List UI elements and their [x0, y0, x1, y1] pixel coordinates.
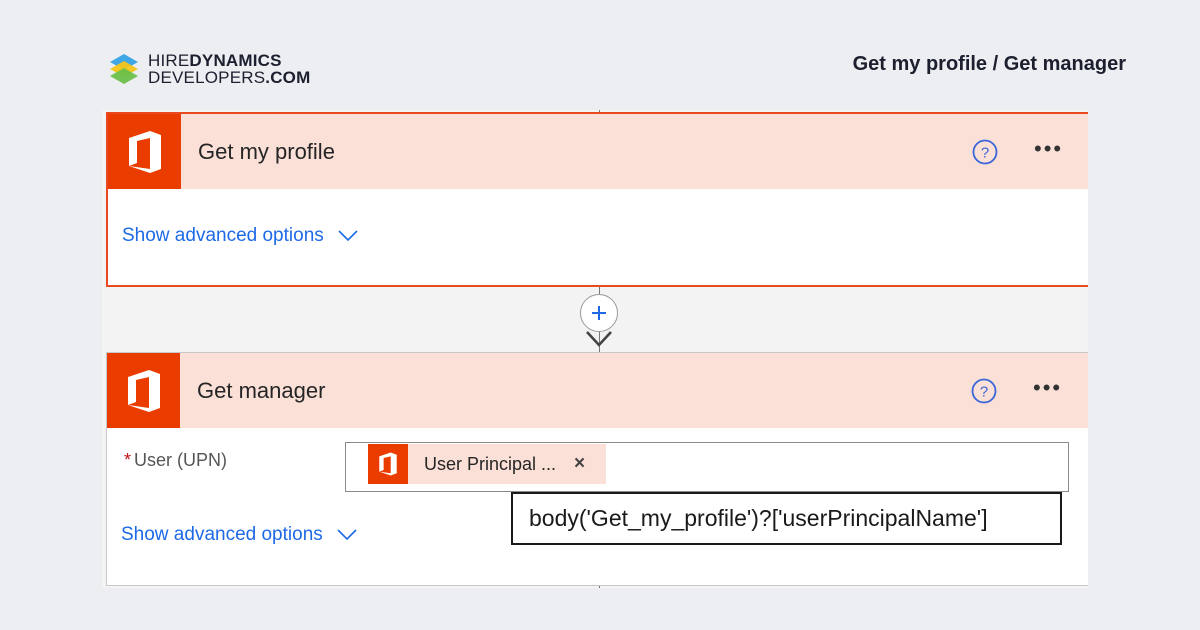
user-upn-label: * User (UPN) [124, 450, 227, 471]
show-advanced-options-link[interactable]: Show advanced options [121, 524, 357, 546]
dynamic-content-token[interactable]: User Principal ... × [368, 444, 606, 484]
ellipsis-icon[interactable]: ••• [1034, 138, 1063, 160]
field-label-text: User (UPN) [134, 450, 228, 470]
layers-logo-icon [110, 54, 138, 84]
svg-text:?: ? [981, 145, 989, 162]
office-icon [108, 114, 181, 189]
brand-word-developers: DEVELOPERS [148, 68, 266, 87]
arrow-down-icon [586, 331, 612, 347]
close-icon[interactable]: × [574, 453, 585, 475]
help-circle-icon[interactable]: ? [971, 378, 997, 404]
page-title: Get my profile / Get manager [852, 53, 1126, 75]
brand-word-com: .COM [265, 68, 311, 87]
brand-logo: HIREDYNAMICS DEVELOPERS.COM [108, 52, 310, 86]
step-title: Get my profile [198, 138, 335, 164]
office-icon [368, 444, 408, 484]
show-advanced-options-link[interactable]: Show advanced options [122, 225, 358, 247]
step-header[interactable]: Get manager ? ••• [107, 353, 1088, 428]
plus-icon [592, 306, 606, 320]
chevron-down-icon [337, 529, 357, 541]
expression-tooltip: body('Get_my_profile')?['userPrincipalNa… [511, 492, 1062, 545]
user-upn-input[interactable]: User Principal ... × [345, 442, 1069, 492]
help-circle-icon[interactable]: ? [972, 139, 998, 165]
svg-text:?: ? [980, 384, 988, 401]
step-header[interactable]: Get my profile ? ••• [108, 114, 1088, 189]
brand-wordmark: HIREDYNAMICS DEVELOPERS.COM [148, 52, 310, 86]
office-icon [107, 353, 180, 428]
advanced-label: Show advanced options [121, 524, 323, 545]
step-title: Get manager [197, 377, 326, 403]
add-step-button[interactable] [580, 294, 618, 332]
ellipsis-icon[interactable]: ••• [1033, 377, 1062, 399]
required-mark: * [124, 450, 132, 470]
token-label: User Principal ... [424, 453, 557, 474]
step-card-get-my-profile[interactable]: Get my profile ? ••• Show advanced optio… [106, 112, 1088, 287]
chevron-down-icon [338, 230, 358, 242]
advanced-label: Show advanced options [122, 225, 324, 246]
